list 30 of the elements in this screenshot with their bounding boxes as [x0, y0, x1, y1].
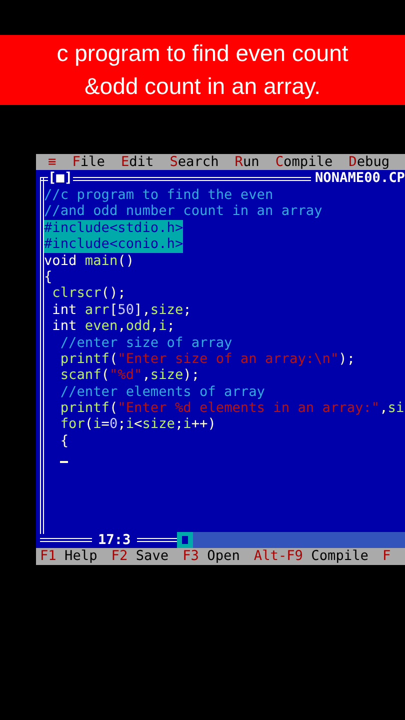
code-line: for(i=0;i<size;i++): [59, 416, 216, 433]
menu-item[interactable]: Edit: [120, 154, 154, 170]
code-line: int arr[50],size;: [51, 302, 192, 318]
code-line: //enter size of array: [59, 334, 232, 351]
shortcut-hint[interactable]: Alt-F9 Compile: [254, 548, 368, 565]
file-name: NONAME00.CP: [314, 170, 405, 187]
menu-item[interactable]: File: [72, 154, 105, 170]
shortcut-hint[interactable]: F3 Open: [182, 548, 240, 565]
cursor-position: 17:3: [97, 532, 132, 548]
code-line: {: [59, 432, 69, 450]
code-line: scanf("%d",size);: [59, 367, 200, 384]
code-line: {: [44, 268, 52, 286]
code-line: printf("Enter %d elements in an array:",si: [59, 400, 404, 416]
code-line: void main(): [44, 252, 134, 269]
shortcut-hint[interactable]: F2 Save: [111, 548, 169, 565]
code-line: int even,odd,i;: [51, 318, 175, 335]
menu-item[interactable]: Compile: [275, 154, 333, 170]
banner-text: &odd count in an array.: [84, 72, 321, 101]
code-line: printf("Enter size of an array:\n");: [59, 350, 356, 368]
code-line: //c program to find the even: [44, 187, 274, 204]
code-line: //enter elements of array: [59, 384, 265, 400]
close-box[interactable]: [■]: [48, 170, 73, 187]
code-line: //and odd number count in an array: [44, 203, 322, 220]
shortcut-hint[interactable]: F1 Help: [40, 548, 98, 565]
code-line: clrscr();: [51, 285, 126, 302]
menu-item[interactable]: Search: [170, 154, 219, 170]
scroll-left-button[interactable]: [176, 532, 193, 548]
menu-item[interactable]: Debug: [348, 154, 390, 170]
banner-text: c program to find even count: [56, 39, 348, 68]
menu-item[interactable]: Run: [234, 154, 260, 170]
